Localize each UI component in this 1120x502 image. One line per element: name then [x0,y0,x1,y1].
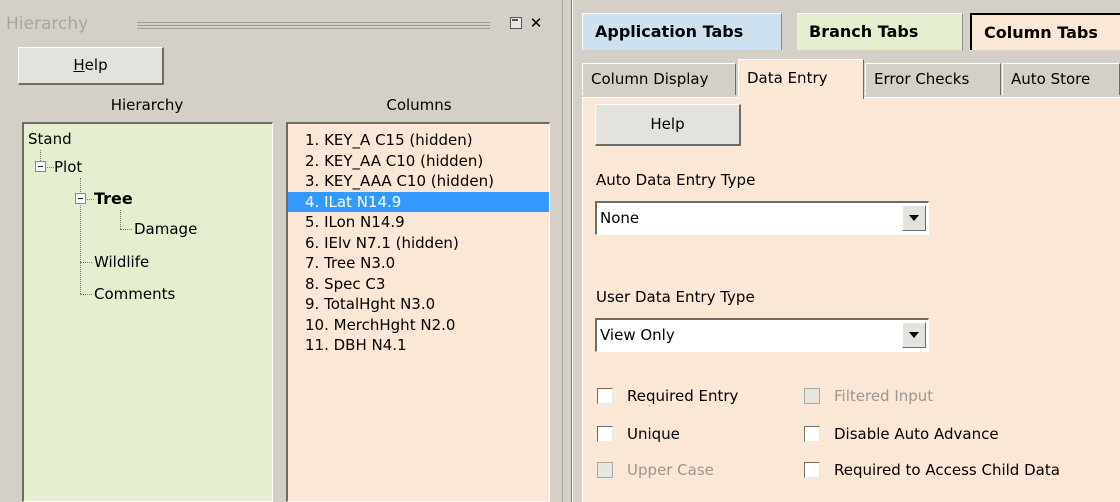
auto-entry-type-select[interactable]: None [595,201,929,235]
pane-splitter[interactable] [562,0,572,502]
tree-node-wildlife[interactable]: Wildlife [94,252,149,272]
required-child-checkbox[interactable] [804,462,820,478]
user-entry-type-select[interactable]: View Only [595,318,929,352]
columns-list[interactable]: 1. KEY_A C15 (hidden) 2. KEY_AA C10 (hid… [286,122,550,502]
hierarchy-header: Hierarchy [110,96,184,114]
tree-node-tree[interactable]: Tree [94,189,133,209]
disable-auto-advance-label[interactable]: Disable Auto Advance [834,424,999,444]
column-item[interactable]: 10. MerchHght N2.0 [288,315,549,336]
tab-application[interactable]: Application Tabs [582,13,782,50]
column-item[interactable]: 11. DBH N4.1 [288,335,549,356]
subtab-data-entry[interactable]: Data Entry [738,59,864,99]
column-item[interactable]: 3. KEY_AAA C10 (hidden) [288,171,549,192]
unique-label[interactable]: Unique [627,424,680,444]
tab-column[interactable]: Column Tabs [970,13,1120,50]
column-item-selected[interactable]: 4. ILat N14.9 [288,191,549,212]
required-child-label[interactable]: Required to Access Child Data [834,460,1060,480]
close-icon[interactable]: ✕ [528,15,544,31]
tree-connector [120,229,132,230]
pane-title: Hierarchy [6,14,89,34]
column-item[interactable]: 8. Spec C3 [288,274,549,295]
required-entry-label[interactable]: Required Entry [627,386,738,406]
restore-icon[interactable] [510,17,522,29]
column-item[interactable]: 1. KEY_A C15 (hidden) [288,130,549,151]
tree-connector [87,199,94,200]
subtab-auto-store[interactable]: Auto Store [1002,63,1120,95]
auto-entry-type-label: Auto Data Entry Type [596,171,756,189]
unique-checkbox[interactable] [597,426,613,442]
pane-grip[interactable] [137,25,490,26]
filtered-input-checkbox [804,388,820,404]
pane-grip[interactable] [137,28,490,29]
subtab-error-checks[interactable]: Error Checks [865,63,1001,95]
user-entry-type-value: View Only [600,326,675,344]
column-item[interactable]: 9. TotalHght N3.0 [288,294,549,315]
tree-connector [47,167,54,168]
chevron-down-icon[interactable] [902,205,926,231]
help-label: elp [84,56,108,74]
tree-collapse-icon[interactable] [75,193,86,204]
hierarchy-tree[interactable] [22,122,273,502]
hierarchy-help-button[interactable]: Help [18,47,164,85]
tree-connector [40,150,41,161]
pane-grip[interactable] [137,22,490,23]
tree-node-comments[interactable]: Comments [94,284,175,304]
tab-branch[interactable]: Branch Tabs [797,13,963,50]
subtab-column-display[interactable]: Column Display [582,63,736,95]
column-item[interactable]: 5. ILon N14.9 [288,212,549,233]
user-entry-type-label: User Data Entry Type [596,288,755,306]
tree-connector [120,210,121,229]
filtered-input-label: Filtered Input [834,387,934,405]
help-mnemonic: H [73,56,85,74]
column-item[interactable]: 6. IElv N7.1 (hidden) [288,233,549,254]
disable-auto-advance-checkbox[interactable] [804,426,820,442]
columns-header: Columns [386,96,452,114]
data-entry-help-button[interactable]: Help [595,104,741,146]
upper-case-checkbox [597,462,613,478]
tree-connector [80,262,92,263]
column-item[interactable]: 2. KEY_AA C10 (hidden) [288,151,549,172]
upper-case-label: Upper Case [627,461,714,479]
column-item[interactable]: 7. Tree N3.0 [288,253,549,274]
tree-node-stand[interactable]: Stand [28,129,72,149]
tree-node-plot[interactable]: Plot [54,157,82,177]
tree-node-damage[interactable]: Damage [134,219,197,239]
required-entry-checkbox[interactable] [597,388,613,404]
chevron-down-icon[interactable] [902,322,926,348]
auto-entry-type-value: None [600,209,640,227]
plot-collapse-icon[interactable] [35,161,46,172]
tree-connector [80,294,92,295]
